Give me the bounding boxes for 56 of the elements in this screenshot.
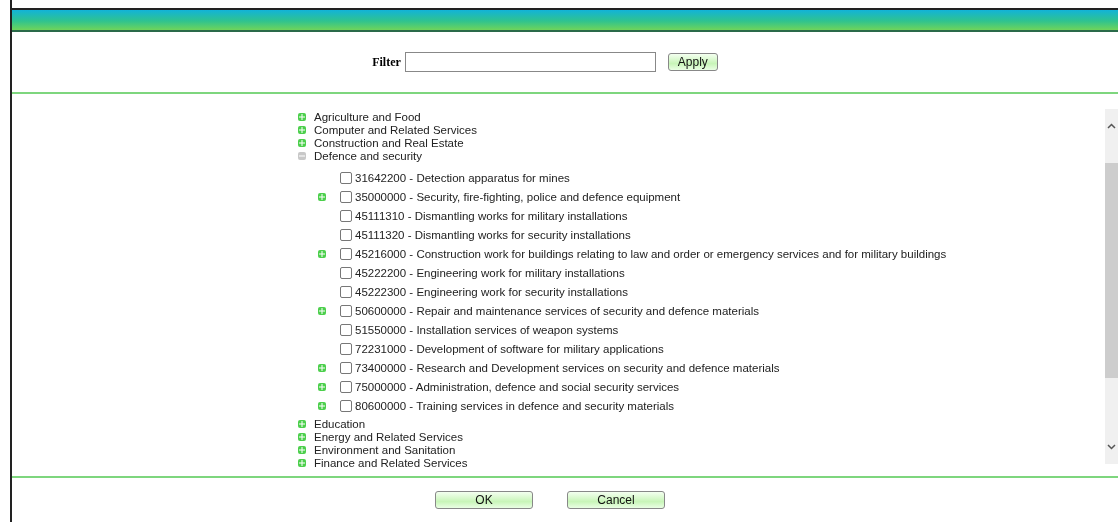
checkbox[interactable] <box>340 380 352 393</box>
scroll-up-icon[interactable] <box>1107 123 1116 129</box>
checkbox[interactable] <box>340 209 352 222</box>
code-item[interactable]: 35000000 - Security, fire-fighting, police and defence equipment <box>355 190 681 203</box>
code-item[interactable]: 45222200 - Engineering work for military installations <box>355 266 625 279</box>
checkbox[interactable] <box>340 247 352 260</box>
category-item[interactable]: Agriculture and Food <box>314 110 421 123</box>
code-item[interactable]: 31642200 - Detection apparatus for mines <box>355 171 570 184</box>
expand-icon[interactable] <box>318 306 326 315</box>
expand-icon[interactable] <box>318 363 326 372</box>
expand-icon[interactable] <box>298 432 306 441</box>
expand-icon[interactable] <box>318 382 326 391</box>
expand-icon[interactable] <box>298 125 306 134</box>
code-item[interactable]: 45111320 - Dismantling works for security installations <box>355 228 631 241</box>
checkbox[interactable] <box>340 171 352 184</box>
ok-button[interactable]: OK <box>435 491 533 509</box>
expand-icon[interactable] <box>318 249 326 258</box>
expand-icon[interactable] <box>318 401 326 410</box>
code-item[interactable]: 75000000 - Administration, defence and social security services <box>355 380 680 393</box>
expand-icon[interactable] <box>298 138 306 147</box>
category-item[interactable]: Energy and Related Services <box>314 430 463 443</box>
filter-field[interactable] <box>404 52 656 72</box>
expand-icon[interactable] <box>298 112 306 121</box>
category-item[interactable]: Education <box>314 417 366 430</box>
expand-icon[interactable] <box>298 419 306 428</box>
code-item[interactable]: 51550000 - Installation services of weapon systems <box>355 323 619 336</box>
scrollbar[interactable] <box>1105 109 1118 464</box>
code-item[interactable]: 45216000 - Construction work for buildings relating to law and order or emergency services and for military buildings <box>355 247 947 260</box>
category-item[interactable]: Defence and security <box>314 149 423 162</box>
category-item[interactable]: Computer and Related Services <box>314 123 477 136</box>
cancel-button[interactable]: Cancel <box>567 491 665 509</box>
expand-icon[interactable] <box>298 445 306 454</box>
code-item[interactable]: 73400000 - Research and Development services on security and defence materials <box>355 361 780 374</box>
expand-icon[interactable] <box>318 192 326 201</box>
code-item[interactable]: 45222300 - Engineering work for security installations <box>355 285 628 298</box>
apply-button[interactable]: Apply <box>667 53 718 71</box>
checkbox[interactable] <box>340 342 352 355</box>
code-item[interactable]: 50600000 - Repair and maintenance services of security and defence materials <box>355 304 759 317</box>
checkbox[interactable] <box>340 285 352 298</box>
checkbox[interactable] <box>340 266 352 279</box>
code-item[interactable]: 45111310 - Dismantling works for military installations <box>355 209 628 222</box>
code-item[interactable]: 80600000 - Training services in defence and security materials <box>355 399 674 412</box>
checkbox[interactable] <box>340 228 352 241</box>
filter-label: Filter <box>372 54 401 70</box>
checkbox[interactable] <box>340 323 352 336</box>
expand-icon[interactable] <box>298 458 306 467</box>
checkbox[interactable] <box>340 399 352 412</box>
category-item[interactable]: Environment and Sanitation <box>314 443 456 456</box>
checkbox[interactable] <box>340 190 352 203</box>
scroll-thumb[interactable] <box>1105 163 1118 378</box>
code-item[interactable]: 72231000 - Development of software for military applications <box>355 342 664 355</box>
category-item[interactable]: Construction and Real Estate <box>314 136 464 149</box>
checkbox[interactable] <box>340 304 352 317</box>
category-item[interactable]: Finance and Related Services <box>314 456 468 469</box>
checkbox[interactable] <box>340 361 352 374</box>
scroll-down-icon[interactable] <box>1107 444 1116 450</box>
